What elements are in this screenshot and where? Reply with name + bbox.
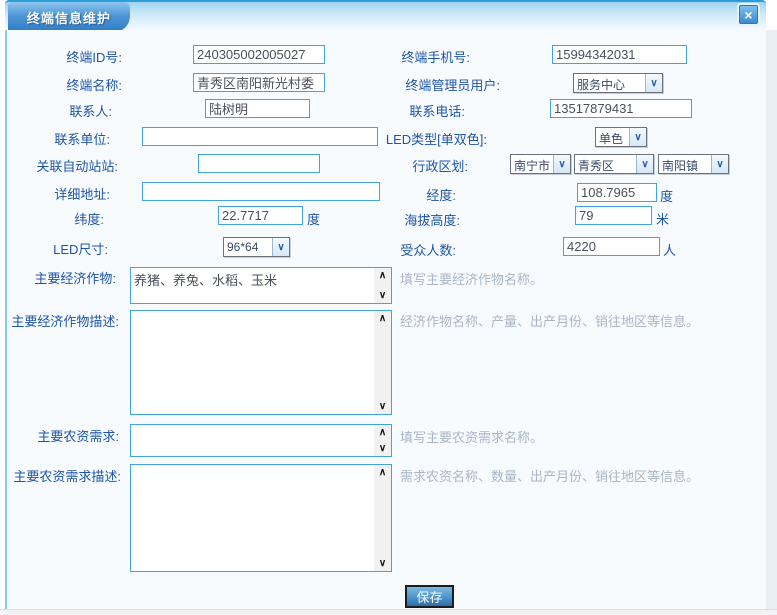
main-crops-desc-textarea[interactable]: ∧ ∨ <box>130 310 392 415</box>
terminal-name-label: 终端名称: <box>66 75 122 94</box>
contact-label: 联系人: <box>69 101 112 120</box>
scroll-down-icon[interactable]: ∨ <box>374 556 391 571</box>
led-type-label: LED类型[单双色]: <box>386 129 487 148</box>
auto-station-input[interactable] <box>198 154 320 173</box>
longitude-unit: 度 <box>660 186 673 205</box>
chevron-down-icon: ∨ <box>636 155 653 173</box>
chevron-down-icon: ∨ <box>645 74 662 92</box>
dialog-titlebar: 终端信息维护 <box>5 0 766 30</box>
audience-label: 受众人数: <box>400 240 456 259</box>
contact-phone-label: 联系电话: <box>409 101 465 120</box>
chevron-down-icon: ∨ <box>553 155 570 173</box>
contact-phone-input[interactable] <box>550 99 692 118</box>
main-crops-desc-hint: 经济作物名称、产量、出产月份、销往地区等信息。 <box>400 311 699 330</box>
contact-unit-label: 联系单位: <box>54 129 110 148</box>
contact-input[interactable] <box>205 99 310 118</box>
scroll-up-icon[interactable]: ∧ <box>374 425 391 440</box>
admin-division-label: 行政区划: <box>412 156 468 175</box>
dialog-title-tab: 终端信息维护 <box>8 2 130 32</box>
address-input[interactable] <box>142 182 380 201</box>
led-size-value: 96*64 <box>224 238 272 256</box>
altitude-unit: 米 <box>656 209 669 228</box>
agri-needs-desc-hint: 需求农资名称、数量、出产月份、销往地区等信息。 <box>400 466 699 485</box>
terminal-name-input[interactable] <box>193 73 325 92</box>
terminal-admin-select[interactable]: 服务中心 ∨ <box>573 73 663 93</box>
town-value: 南阳镇 <box>659 155 711 173</box>
chevron-down-icon: ∨ <box>272 238 289 256</box>
agri-needs-scrollbar[interactable]: ∧ ∨ <box>374 425 391 456</box>
latitude-input[interactable] <box>218 206 303 225</box>
town-select[interactable]: 南阳镇 ∨ <box>658 154 729 174</box>
audience-input[interactable] <box>563 237 660 256</box>
save-button-label: 保存 <box>416 587 442 606</box>
main-crops-scrollbar[interactable]: ∧ ∨ <box>374 268 391 303</box>
agri-needs-hint: 填写主要农资需求名称。 <box>400 427 543 446</box>
longitude-label: 经度: <box>426 185 456 204</box>
main-crops-desc-text <box>131 311 374 414</box>
terminal-id-input[interactable] <box>193 45 325 64</box>
address-label: 详细地址: <box>54 184 110 203</box>
chevron-down-icon: ∨ <box>629 128 646 146</box>
chevron-down-icon: ∨ <box>711 155 728 173</box>
main-crops-hint: 填写主要经济作物名称。 <box>400 269 543 288</box>
scroll-down-icon[interactable]: ∨ <box>374 441 391 456</box>
terminal-id-label: 终端ID号: <box>66 47 122 66</box>
save-button[interactable]: 保存 <box>405 585 454 608</box>
close-button[interactable]: × <box>739 5 758 24</box>
led-size-select[interactable]: 96*64 ∨ <box>223 237 290 257</box>
audience-unit: 人 <box>663 240 676 259</box>
scroll-up-icon[interactable]: ∧ <box>374 465 391 480</box>
auto-station-label: 关联自动站站: <box>36 156 118 175</box>
terminal-phone-input[interactable] <box>552 45 687 64</box>
latitude-unit: 度 <box>307 209 320 228</box>
scroll-up-icon[interactable]: ∧ <box>374 268 391 283</box>
district-value: 青秀区 <box>575 155 636 173</box>
close-icon: × <box>744 8 752 22</box>
agri-needs-desc-text <box>131 465 374 571</box>
terminal-phone-label: 终端手机号: <box>401 47 470 66</box>
led-type-select[interactable]: 单色 ∨ <box>595 127 647 147</box>
dialog-title: 终端信息维护 <box>27 8 111 27</box>
main-crops-desc-label: 主要经济作物描述: <box>11 311 119 330</box>
district-select[interactable]: 青秀区 ∨ <box>574 154 654 174</box>
agri-needs-desc-scrollbar[interactable]: ∧ ∨ <box>374 465 391 571</box>
altitude-input[interactable] <box>575 206 652 225</box>
scroll-down-icon[interactable]: ∨ <box>374 399 391 414</box>
agri-needs-textarea[interactable]: ∧ ∨ <box>130 424 392 457</box>
terminal-info-dialog: 终端信息维护 × 终端ID号: 终端名称: 联系人: 联系单位: 关联自动站站:… <box>0 0 777 615</box>
agri-needs-desc-textarea[interactable]: ∧ ∨ <box>130 464 392 572</box>
altitude-label: 海拔高度: <box>404 210 460 229</box>
led-type-value: 单色 <box>596 128 629 146</box>
agri-needs-text <box>131 425 374 456</box>
city-value: 南宁市 <box>511 155 553 173</box>
main-crops-text: 养猪、养兔、水稻、玉米 <box>131 268 374 303</box>
main-crops-textarea[interactable]: 养猪、养兔、水稻、玉米 ∧ ∨ <box>130 267 392 304</box>
scroll-down-icon[interactable]: ∨ <box>374 288 391 303</box>
contact-unit-input[interactable] <box>142 127 378 146</box>
longitude-input[interactable] <box>577 183 657 202</box>
terminal-admin-label: 终端管理员用户: <box>405 75 500 94</box>
latitude-label: 纬度: <box>74 209 104 228</box>
scroll-up-icon[interactable]: ∧ <box>374 311 391 326</box>
dialog-right-edge <box>766 30 777 609</box>
main-crops-label: 主要经济作物: <box>34 268 116 287</box>
terminal-admin-value: 服务中心 <box>574 74 645 92</box>
main-crops-desc-scrollbar[interactable]: ∧ ∨ <box>374 311 391 414</box>
agri-needs-desc-label: 主要农资需求描述: <box>13 466 121 485</box>
city-select[interactable]: 南宁市 ∨ <box>510 154 571 174</box>
led-size-label: LED尺寸: <box>53 239 108 258</box>
dialog-bottom-edge <box>0 609 777 615</box>
agri-needs-label: 主要农资需求: <box>37 426 119 445</box>
